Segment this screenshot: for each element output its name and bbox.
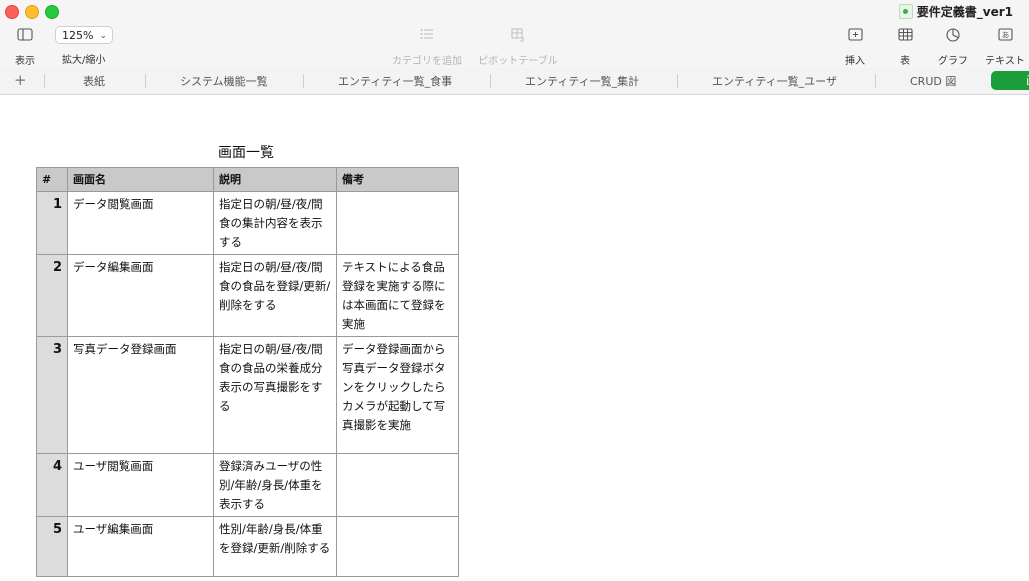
tab-divider [677,74,678,88]
table-row: 2 データ編集画面 指定日の朝/昼/夜/間食の食品を登録/更新/削除をする テキ… [36,254,459,337]
tab-divider [490,74,491,88]
minimize-window-button[interactable] [25,5,39,19]
list-icon [390,28,464,44]
chart-button[interactable]: グラフ [936,28,970,67]
table-label: 表 [900,56,910,67]
row-number-cell[interactable]: 5 [36,516,68,577]
notes-cell[interactable] [336,191,459,255]
add-category-label: カテゴリを追加 [392,56,462,67]
text-button[interactable]: あ テキスト [983,28,1027,67]
row-number-cell[interactable]: 4 [36,453,68,517]
row-number-cell[interactable]: 2 [36,254,68,337]
tab-entity-user[interactable]: エンティティ一覧_ユーザ [712,73,837,89]
pie-chart-icon [936,28,970,44]
table-icon [893,28,917,44]
row-number-cell[interactable]: 3 [36,336,68,454]
pivot-table-icon [477,28,559,44]
table-row: 5 ユーザ編集画面 性別/年齢/身長/体重を登録/更新/削除する [36,516,459,577]
close-window-button[interactable] [5,5,19,19]
view-button[interactable]: 表示 [12,28,38,67]
table-row: 3 写真データ登録画面 指定日の朝/昼/夜/間食の食品の栄養成分表示の写真撮影を… [36,336,459,454]
notes-cell[interactable] [336,516,459,577]
description-cell[interactable]: 性別/年齢/身長/体重を登録/更新/削除する [213,516,337,577]
sidebar-icon [12,28,38,44]
document-title-text: 要件定義書_ver1 [916,5,1013,19]
header-notes[interactable]: 備考 [336,167,459,192]
screen-name-cell[interactable]: 写真データ登録画面 [67,336,214,454]
table-header-row: # 画面名 説明 備考 [36,167,459,192]
description-cell[interactable]: 指定日の朝/昼/夜/間食の食品を登録/更新/削除をする [213,254,337,337]
tab-divider [303,74,304,88]
zoom-value: 125% [62,29,94,42]
header-screen-name[interactable]: 画面名 [67,167,214,192]
tab-divider [44,74,45,88]
description-cell[interactable]: 登録済みユーザの性別/年齢/身長/体重を表示する [213,453,337,517]
tab-system-functions[interactable]: システム機能一覧 [180,73,268,89]
table-row: 4 ユーザ閲覧画面 登録済みユーザの性別/年齢/身長/体重を表示する [36,453,459,517]
tab-entity-meal[interactable]: エンティティ一覧_食事 [338,73,452,89]
tab-entity-summary[interactable]: エンティティ一覧_集計 [525,73,639,89]
notes-cell[interactable] [336,453,459,517]
numbers-app-icon [898,4,913,19]
tab-cover[interactable]: 表紙 [83,73,105,89]
add-category-button[interactable]: カテゴリを追加 [390,28,464,67]
table-row: 1 データ閲覧画面 指定日の朝/昼/夜/間食の集計内容を表示する [36,191,459,255]
description-cell[interactable]: 指定日の朝/昼/夜/間食の集計内容を表示する [213,191,337,255]
pivot-table-label: ピボットテーブル [478,56,558,67]
zoom-select[interactable]: 125% ⌄ [55,26,113,44]
text-label: テキスト [985,56,1025,67]
insert-button[interactable]: 挿入 [842,28,868,67]
screen-name-cell[interactable]: データ編集画面 [67,254,214,337]
notes-cell[interactable]: テキストによる食品登録を実施する際には本画面にて登録を実施 [336,254,459,337]
chevron-down-icon: ⌄ [99,31,107,41]
add-sheet-button[interactable]: + [14,71,27,89]
document-title: 要件定義書_ver1 [898,3,1013,20]
text-box-icon: あ [983,28,1027,44]
insert-icon [842,28,868,44]
screen-name-cell[interactable]: ユーザ閲覧画面 [67,453,214,517]
pivot-table-button[interactable]: ピボットテーブル [477,28,559,67]
screen-name-cell[interactable]: データ閲覧画面 [67,191,214,255]
row-number-cell[interactable]: 1 [36,191,68,255]
screen-name-cell[interactable]: ユーザ編集画面 [67,516,214,577]
tab-divider [145,74,146,88]
tab-screen-list[interactable]: 画 [991,71,1029,90]
tab-divider [875,74,876,88]
insert-label: 挿入 [845,56,865,67]
table-title: 画面一覧 [218,145,274,161]
header-number[interactable]: # [36,167,68,192]
svg-text:あ: あ [1001,31,1009,40]
zoom-label: 拡大/縮小 [62,55,106,66]
notes-cell[interactable]: データ登録画面から写真データ登録ボタンをクリックしたらカメラが起動して写真撮影を… [336,336,459,454]
zoom-window-button[interactable] [45,5,59,19]
sheet-tab-bar: + 表紙 システム機能一覧 エンティティ一覧_食事 エンティティ一覧_集計 エン… [0,68,1029,95]
screen-list-table: # 画面名 説明 備考 1 データ閲覧画面 指定日の朝/昼/夜/間食の集計内容を… [36,167,459,577]
view-label: 表示 [15,56,35,67]
tab-crud[interactable]: CRUD 図 [910,73,956,89]
header-description[interactable]: 説明 [213,167,337,192]
table-button[interactable]: 表 [893,28,917,67]
description-cell[interactable]: 指定日の朝/昼/夜/間食の食品の栄養成分表示の写真撮影をする [213,336,337,454]
toolbar: 要件定義書_ver1 表示 125% ⌄ 拡大/縮小 カテゴリを追加 ピボットテ… [0,0,1029,69]
chart-label: グラフ [938,56,968,67]
